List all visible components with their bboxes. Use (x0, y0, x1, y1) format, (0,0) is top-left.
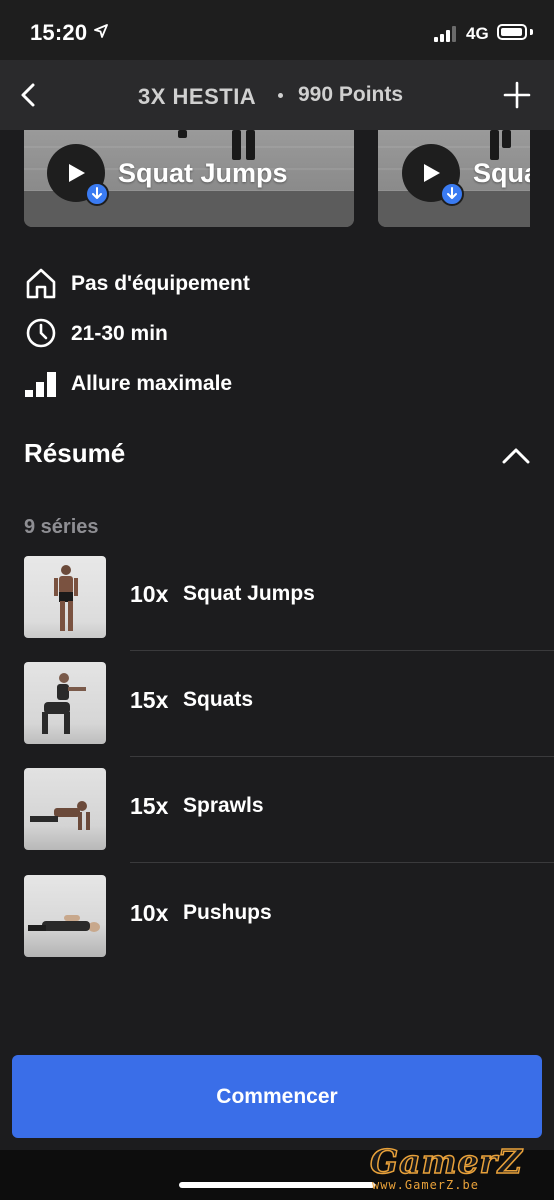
duration-row: 21-30 min (24, 316, 524, 352)
exercise-name: Squats (183, 688, 254, 711)
workout-title: 3X HESTIA (138, 84, 257, 109)
row-divider (130, 756, 554, 757)
signal-strength-icon (434, 26, 460, 42)
workout-points: 990 Points (298, 83, 404, 106)
watermark-logo: GamerZ (369, 1141, 523, 1182)
start-workout-button[interactable]: Commencer (12, 1055, 542, 1138)
nav-bar: 3X HESTIA 990 Points (0, 60, 554, 130)
series-count: 9 séries (24, 516, 99, 538)
exercise-thumbnail (24, 768, 106, 850)
exercise-video-carousel[interactable]: Squat Jumps Squa (0, 130, 554, 230)
exercise-reps: 15x (130, 687, 169, 713)
exercise-reps: 10x (130, 581, 169, 607)
equipment-text: Pas d'équipement (71, 272, 250, 295)
play-icon (69, 164, 85, 182)
summary-title: Résumé (24, 438, 126, 468)
exercise-thumbnail (24, 875, 106, 957)
pace-text: Allure maximale (71, 372, 233, 395)
status-bar: 15:20 4G (0, 0, 554, 60)
status-time: 15:20 (30, 20, 88, 45)
video-card-squat-jumps[interactable]: Squat Jumps (24, 130, 354, 227)
pace-row: Allure maximale (24, 366, 524, 402)
home-icon (26, 268, 56, 299)
back-chevron-icon[interactable] (14, 80, 44, 110)
battery-nub (530, 29, 533, 35)
exercise-thumbnail (24, 662, 106, 744)
network-type: 4G (466, 24, 489, 43)
home-indicator[interactable] (179, 1182, 375, 1188)
row-divider (130, 650, 554, 651)
title-separator-dot (278, 93, 283, 98)
play-icon (424, 164, 440, 182)
location-arrow-icon (94, 24, 108, 38)
video-label: Squa (473, 158, 530, 188)
row-divider (130, 862, 554, 863)
exercise-name: Sprawls (183, 794, 264, 817)
duration-text: 21-30 min (71, 322, 168, 345)
exercise-item-pushups[interactable]: 10x Pushups (0, 875, 554, 981)
intensity-bars-icon (25, 372, 56, 397)
exercise-name: Pushups (183, 901, 272, 924)
download-icon (85, 182, 109, 206)
clock-icon (26, 318, 56, 348)
video-label: Squat Jumps (118, 158, 288, 188)
watermark-url: www.GamerZ.be (372, 1178, 479, 1192)
video-card-next[interactable]: Squa (378, 130, 530, 227)
battery-icon (497, 24, 527, 40)
exercise-thumbnail (24, 556, 106, 638)
exercise-item-squats[interactable]: 15x Squats (0, 662, 554, 768)
download-icon (440, 182, 464, 206)
add-plus-icon[interactable] (502, 80, 532, 110)
equipment-row: Pas d'équipement (24, 266, 524, 302)
exercise-reps: 15x (130, 793, 169, 819)
exercise-reps: 10x (130, 900, 169, 926)
exercise-name: Squat Jumps (183, 582, 315, 605)
exercise-item-sprawls[interactable]: 15x Sprawls (0, 768, 554, 874)
exercise-item-squat-jumps[interactable]: 10x Squat Jumps (0, 556, 554, 662)
chevron-up-icon[interactable] (500, 444, 532, 466)
